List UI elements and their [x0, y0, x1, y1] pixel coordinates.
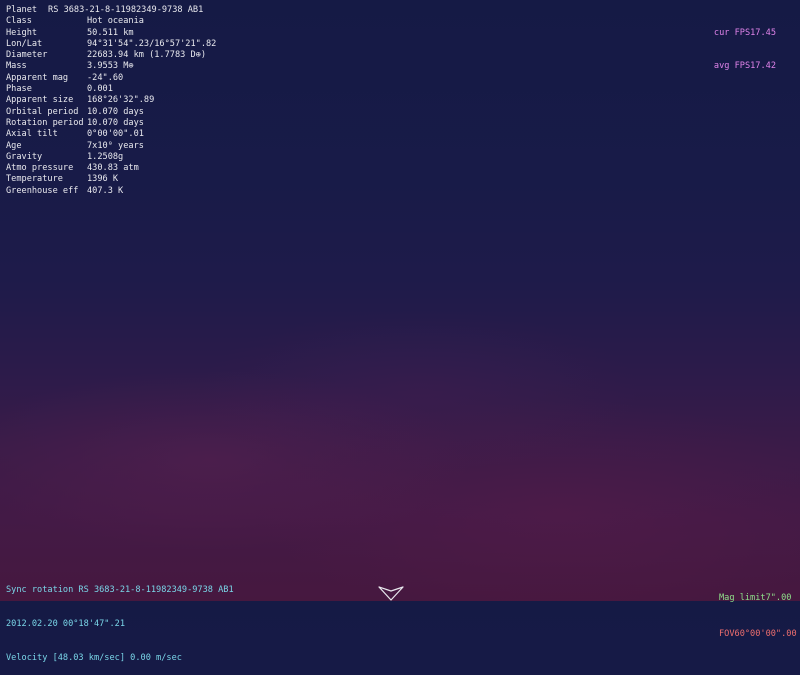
info-value: 22683.94 km (1.7783 D⊕): [87, 50, 206, 61]
info-row-atmo-pressure: Atmo pressure 430.83 atm: [6, 163, 216, 174]
info-label: Gravity: [6, 151, 43, 162]
cur-fps-label: cur FPS: [713, 27, 751, 38]
info-value: 1.2508g: [87, 151, 124, 162]
info-row-lonlat: Lon/Lat 94°31'54".23/16°57'21".82: [6, 39, 216, 50]
info-row-axial-tilt: Axial tilt 0°00'00".01: [6, 129, 216, 140]
status-panel: Sync rotation RS 3683-21-8-11982349-9738…: [6, 562, 234, 675]
avg-fps-label: avg FPS: [713, 61, 751, 72]
info-label: Apparent mag: [6, 72, 69, 83]
info-value: 10.070 days: [87, 117, 144, 128]
info-value: 50.511 km: [87, 27, 134, 38]
info-row-rotation-period: Rotation period 10.070 days: [6, 118, 216, 129]
mag-limit: Mag limit 7".00: [719, 593, 797, 604]
info-row-age: Age 7x10⁹ years: [6, 141, 216, 152]
info-value: 10.070 days: [87, 106, 144, 117]
info-value: Hot oceania: [87, 16, 144, 27]
info-label: Mass: [6, 61, 27, 72]
cur-fps-value: 17.45: [750, 27, 776, 38]
info-label: Class: [6, 16, 32, 27]
info-value: 0.001: [87, 84, 113, 95]
info-row-temperature: Temperature 1396 K: [6, 174, 216, 185]
info-row-diameter: Diameter 22683.94 km (1.7783 D⊕): [6, 50, 216, 61]
info-value: 0°00'00".01: [87, 129, 144, 140]
mag-limit-value: 7".00: [765, 592, 792, 603]
info-row-orbital-period: Orbital period 10.070 days: [6, 107, 216, 118]
cur-fps-row: cur FPS 17.45: [714, 28, 776, 39]
info-label: Lon/Lat: [6, 38, 43, 49]
info-value: 94°31'54".23/16°57'21".82: [87, 38, 217, 49]
info-label: Height: [6, 27, 38, 38]
info-label: Phase: [6, 84, 32, 95]
view-panel: Mag limit 7".00 FOV 60°00'00".00: [719, 570, 797, 651]
info-label: Rotation period: [6, 117, 84, 128]
sky-background: [0, 300, 800, 601]
info-row-height: Height 50.511 km: [6, 28, 216, 39]
info-label: Orbital period: [6, 106, 79, 117]
status-mode: Sync rotation RS 3683-21-8-11982349-9738…: [6, 584, 234, 595]
info-label: Age: [6, 140, 22, 151]
info-value: 3.9553 M⊕: [87, 61, 134, 72]
info-value: 168°26'32".89: [87, 95, 155, 106]
info-row-gravity: Gravity 1.2508g: [6, 152, 216, 163]
info-value: 7x10⁹ years: [87, 140, 144, 151]
avg-fps-value: 17.42: [750, 61, 776, 72]
info-value: -24".60: [87, 72, 124, 83]
info-row-apparent-mag: Apparent mag -24".60: [6, 73, 216, 84]
info-label: Diameter: [6, 50, 48, 61]
planet-info-panel: Planet RS 3683-21-8-11982349-9738 AB1 Cla…: [6, 5, 216, 197]
info-row-greenhouse: Greenhouse eff 407.3 K: [6, 186, 216, 197]
status-velocity: Velocity [48.03 km/sec] 0.00 m/sec: [6, 652, 182, 663]
info-label: Apparent size: [6, 95, 74, 106]
fov: FOV 60°00'00".00: [719, 629, 797, 640]
planet-title-row: Planet RS 3683-21-8-11982349-9738 AB1: [6, 5, 216, 16]
info-label: Axial tilt: [6, 129, 58, 140]
fps-counter: cur FPS 17.45 avg FPS 17.42: [714, 5, 776, 84]
info-value: 1396 K: [87, 174, 119, 185]
info-row-phase: Phase 0.001: [6, 84, 216, 95]
status-datetime: 2012.02.20 00°18'47".21: [6, 618, 125, 629]
mag-limit-label: Mag limit: [719, 592, 766, 603]
fov-label: FOV: [719, 628, 735, 639]
info-label: Temperature: [6, 174, 63, 185]
planet-title-value: RS 3683-21-8-11982349-9738 AB1: [48, 5, 204, 15]
info-row-apparent-size: Apparent size 168°26'32".89: [6, 95, 216, 106]
info-value: 407.3 K: [87, 185, 124, 196]
avg-fps-row: avg FPS 17.42: [714, 61, 776, 72]
triangle-pointer-icon: [378, 586, 404, 601]
info-row-class: Class Hot oceania: [6, 16, 216, 27]
info-value: 430.83 atm: [87, 163, 139, 174]
planet-title-label: Planet: [6, 5, 38, 15]
info-label: Greenhouse eff: [6, 185, 79, 196]
fov-value: 60°00'00".00: [734, 628, 797, 639]
info-label: Atmo pressure: [6, 163, 74, 174]
info-row-mass: Mass 3.9553 M⊕: [6, 61, 216, 72]
